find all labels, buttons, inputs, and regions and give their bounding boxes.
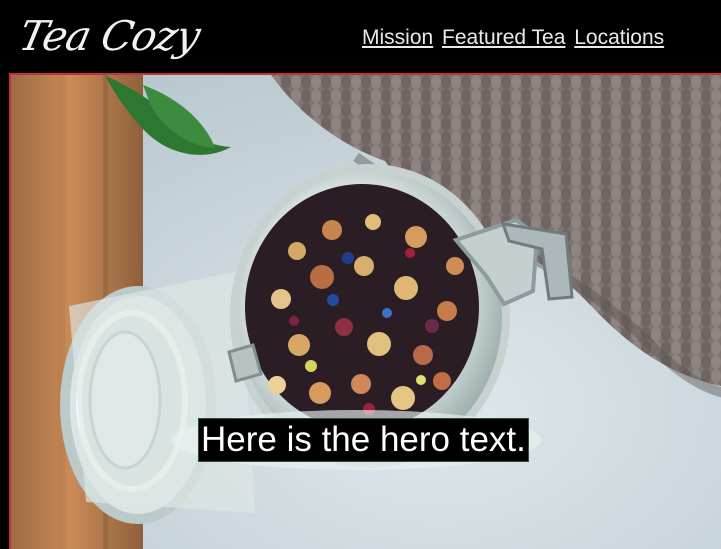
hero-image bbox=[11, 75, 721, 549]
nav-link-locations[interactable]: Locations bbox=[574, 26, 664, 49]
page: Tea Cozy Mission Featured Tea Locations bbox=[0, 0, 721, 549]
hero-text: Here is the hero text. bbox=[198, 418, 529, 462]
site-logo[interactable]: Tea Cozy bbox=[14, 6, 205, 66]
main-navigation: Mission Featured Tea Locations bbox=[362, 25, 667, 51]
nav-link-mission[interactable]: Mission bbox=[362, 26, 433, 49]
nav-link-featured-tea[interactable]: Featured Tea bbox=[442, 26, 565, 49]
hero-section: Here is the hero text. bbox=[9, 73, 721, 549]
site-header: Tea Cozy Mission Featured Tea Locations bbox=[0, 0, 721, 74]
